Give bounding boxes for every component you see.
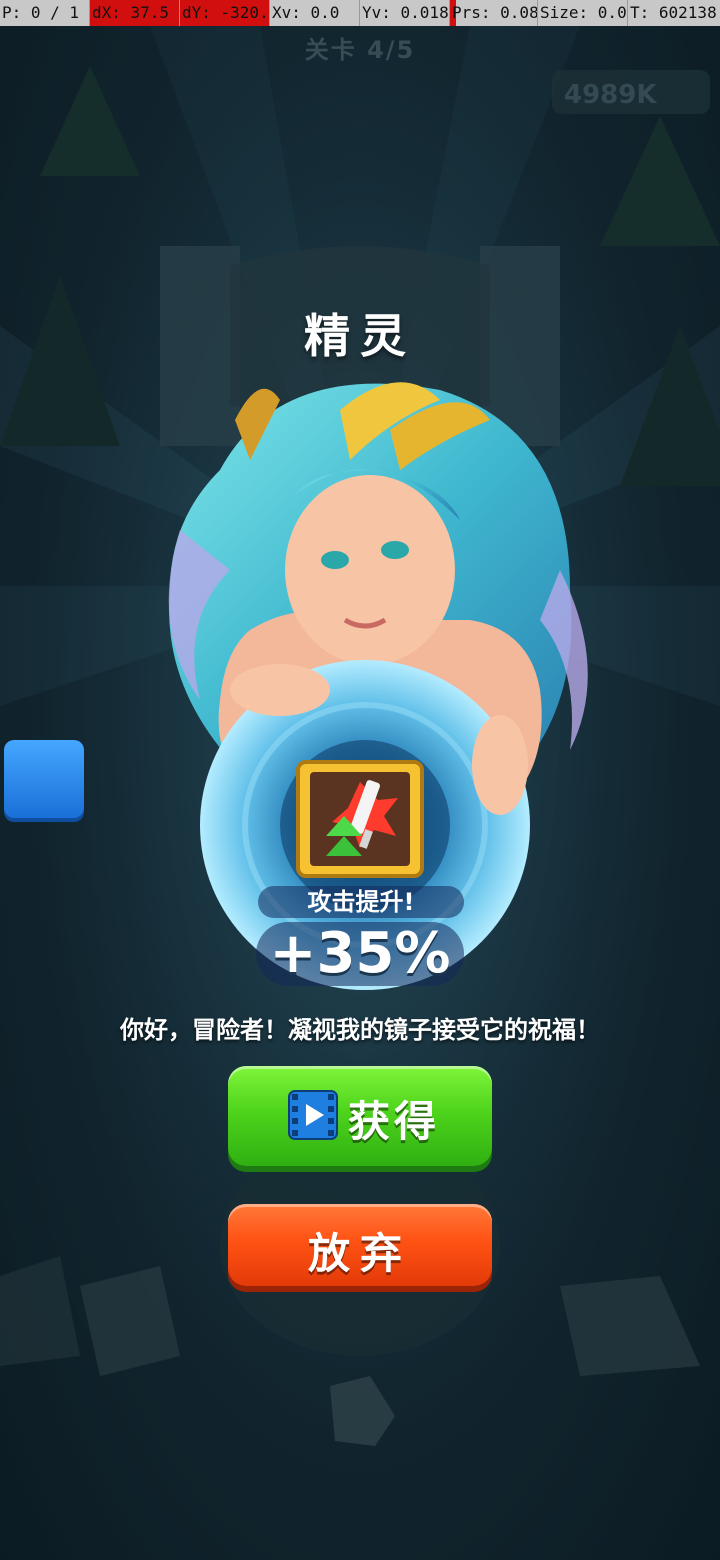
video-ad-icon <box>288 1090 338 1140</box>
greeting-text: 你好，冒险者！凝视我的镜子接受它的祝福！ <box>120 1016 600 1044</box>
buff-label: 攻击提升! <box>307 888 415 916</box>
side-menu-tab[interactable] <box>4 740 84 818</box>
debug-xv: Xv: 0.0 <box>270 0 360 26</box>
debug-time: T: 602138 <box>630 3 717 22</box>
obtain-label: 获得 <box>348 1097 441 1146</box>
debug-pressure: Prs: 0.08 <box>450 0 538 26</box>
attack-up-icon <box>296 760 424 878</box>
debug-yv: Yv: 0.018 <box>360 0 450 26</box>
debug-pointer: P: 0 / 1 <box>0 0 90 26</box>
buff-value: +35% <box>269 921 451 986</box>
give-up-button[interactable]: 放弃 <box>228 1204 492 1286</box>
dialog-title: 精灵 <box>304 309 416 363</box>
give-up-label: 放弃 <box>307 1229 412 1278</box>
debug-dx: dX: 37.5 <box>90 0 180 26</box>
touch-debug-bar: P: 0 / 1 dX: 37.5 dY: -320.5 Xv: 0.0 Yv:… <box>0 0 720 26</box>
debug-size: Size: 0.0 <box>538 0 628 26</box>
debug-dy: dY: -320.5 <box>180 0 270 26</box>
obtain-button[interactable]: 获得 <box>228 1066 492 1166</box>
